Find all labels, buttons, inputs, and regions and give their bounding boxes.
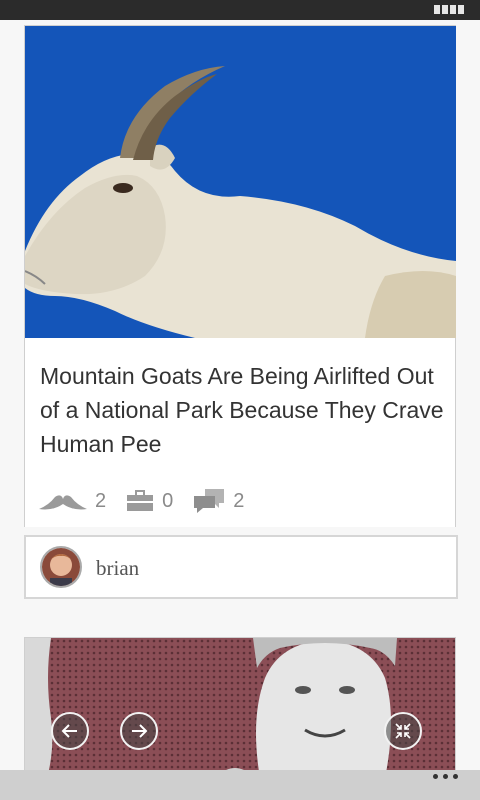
overflow-menu-icon[interactable] bbox=[433, 774, 458, 779]
comments-count: 2 bbox=[233, 489, 245, 512]
status-bar bbox=[0, 0, 480, 21]
saves-count: 0 bbox=[162, 489, 174, 512]
comment-icon bbox=[194, 489, 225, 513]
arrow-right-icon bbox=[132, 724, 148, 738]
collapse-button[interactable] bbox=[384, 712, 422, 750]
mustache-icon bbox=[39, 495, 87, 510]
avatar[interactable] bbox=[40, 546, 82, 588]
next-button[interactable] bbox=[120, 712, 158, 750]
saves-stat[interactable]: 0 bbox=[126, 490, 173, 513]
likes-stat[interactable]: 2 bbox=[39, 490, 106, 513]
author-name[interactable]: brian bbox=[96, 556, 139, 581]
likes-count: 2 bbox=[95, 489, 107, 512]
author-row[interactable]: brian bbox=[24, 535, 458, 599]
bottom-app-bar bbox=[0, 770, 480, 800]
briefcase-icon bbox=[127, 490, 154, 511]
article-card-next[interactable] bbox=[24, 637, 456, 770]
prev-button[interactable] bbox=[51, 712, 89, 750]
comments-stat[interactable]: 2 bbox=[193, 488, 244, 514]
feed[interactable]: Mountain Goats Are Being Airlifted Out o… bbox=[0, 20, 480, 770]
article-title[interactable]: Mountain Goats Are Being Airlifted Out o… bbox=[40, 359, 450, 461]
article-card[interactable]: Mountain Goats Are Being Airlifted Out o… bbox=[24, 25, 456, 527]
article-stats: 2 0 2 bbox=[39, 486, 264, 516]
battery-icon bbox=[434, 5, 464, 14]
article-image[interactable] bbox=[25, 26, 456, 338]
arrow-left-icon bbox=[61, 724, 77, 738]
collapse-icon bbox=[395, 723, 411, 739]
